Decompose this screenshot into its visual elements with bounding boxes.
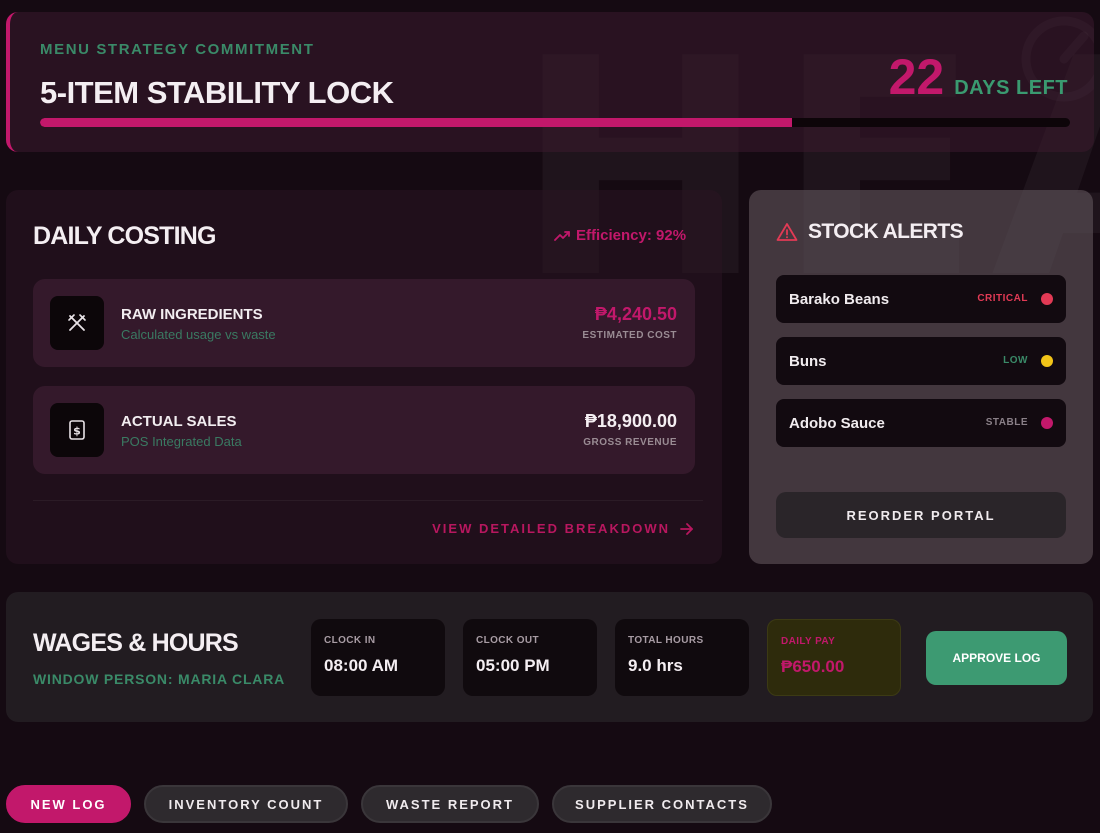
stock-alerts-card: STOCK ALERTS Barako Beans CRITICAL Buns … — [749, 190, 1093, 564]
stat-value: ₱650.00 — [781, 657, 845, 676]
commitment-card: MENU STRATEGY COMMITMENT 5-ITEM STABILIT… — [6, 12, 1094, 152]
total-hours-stat: TOTAL HOURS 9.0 hrs — [615, 619, 749, 696]
cost-row-actual-sales: $ ACTUAL SALES POS Integrated Data ₱18,9… — [33, 386, 695, 474]
commitment-eyebrow: MENU STRATEGY COMMITMENT — [40, 41, 315, 58]
cost-row-subtitle: POS Integrated Data — [121, 434, 242, 449]
stock-alert-barako-beans[interactable]: Barako Beans CRITICAL — [776, 275, 1066, 323]
trending-up-icon — [554, 230, 570, 241]
tab-waste-report[interactable]: WASTE REPORT — [361, 785, 539, 823]
cost-row-name: ACTUAL SALES — [121, 413, 237, 430]
stock-alerts-header: STOCK ALERTS — [776, 220, 964, 244]
status-dot-icon — [1041, 417, 1053, 429]
utensils-crossed-icon — [68, 314, 86, 331]
stock-item-name: Buns — [789, 353, 827, 370]
wages-hours-card: WAGES & HOURS WINDOW PERSON: MARIA CLARA… — [6, 592, 1093, 722]
cost-row-amount: ₱4,240.50 — [594, 304, 677, 324]
cost-row-caption: GROSS REVENUE — [583, 437, 677, 448]
cost-row-subtitle: Calculated usage vs waste — [121, 327, 276, 342]
stock-status-badge: LOW — [1003, 355, 1028, 366]
stock-status-badge: STABLE — [985, 417, 1028, 428]
view-detailed-breakdown-link[interactable]: VIEW DETAILED BREAKDOWN — [432, 521, 694, 536]
stock-alert-buns[interactable]: Buns LOW — [776, 337, 1066, 385]
stat-label: DAILY PAY — [781, 636, 836, 647]
daily-costing-card: DAILY COSTING Efficiency: 92% RAW INGRED… — [6, 190, 722, 564]
stat-value: 9.0 hrs — [628, 656, 683, 675]
warning-triangle-icon — [776, 223, 798, 241]
stat-label: TOTAL HOURS — [628, 635, 704, 646]
wages-hours-title: WAGES & HOURS — [33, 629, 239, 657]
arrow-right-icon — [680, 522, 693, 535]
commitment-progress-bar — [40, 118, 1070, 127]
costing-divider — [33, 500, 703, 501]
commitment-title: 5-ITEM STABILITY LOCK — [40, 75, 394, 110]
row-icon-container: $ — [50, 403, 104, 457]
cost-row-caption: ESTIMATED COST — [582, 330, 677, 341]
days-left-counter: 22 DAYS LEFT — [889, 48, 1068, 106]
reorder-portal-button[interactable]: REORDER PORTAL — [776, 492, 1066, 538]
daily-costing-title: DAILY COSTING — [33, 222, 217, 250]
cost-row-amount: ₱18,900.00 — [584, 411, 677, 431]
clock-in-stat: CLOCK IN 08:00 AM — [311, 619, 445, 696]
tab-new-log[interactable]: NEW LOG — [6, 785, 131, 823]
stat-label: CLOCK IN — [324, 635, 376, 646]
svg-text:$: $ — [73, 425, 81, 438]
days-left-label: DAYS LEFT — [954, 77, 1068, 99]
stat-label: CLOCK OUT — [476, 635, 540, 646]
efficiency-text: Efficiency: 92% — [576, 227, 687, 244]
status-dot-icon — [1041, 293, 1053, 305]
stock-status-badge: CRITICAL — [977, 293, 1028, 304]
efficiency-indicator: Efficiency: 92% — [554, 227, 686, 244]
breakdown-link-label: VIEW DETAILED BREAKDOWN — [432, 521, 670, 536]
tab-inventory-count[interactable]: INVENTORY COUNT — [144, 785, 348, 823]
status-dot-icon — [1041, 355, 1053, 367]
cost-row-raw-ingredients: RAW INGREDIENTS Calculated usage vs wast… — [33, 279, 695, 367]
dollar-receipt-icon: $ — [69, 420, 85, 440]
row-icon-container — [50, 296, 104, 350]
approve-log-button[interactable]: APPROVE LOG — [926, 631, 1067, 685]
stock-item-name: Barako Beans — [789, 291, 890, 308]
cost-row-name: RAW INGREDIENTS — [121, 306, 263, 323]
window-person-label: WINDOW PERSON: MARIA CLARA — [33, 671, 286, 687]
clock-out-stat: CLOCK OUT 05:00 PM — [463, 619, 597, 696]
stat-value: 08:00 AM — [324, 656, 399, 675]
stock-alerts-title: STOCK ALERTS — [808, 220, 964, 243]
tab-supplier-contacts[interactable]: SUPPLIER CONTACTS — [552, 785, 772, 823]
stock-alert-adobo-sauce[interactable]: Adobo Sauce STABLE — [776, 399, 1066, 447]
commitment-progress-fill — [40, 118, 792, 127]
daily-pay-stat: DAILY PAY ₱650.00 — [767, 619, 901, 696]
stock-item-name: Adobo Sauce — [789, 415, 885, 432]
stat-value: 05:00 PM — [476, 656, 550, 675]
days-left-value: 22 — [888, 49, 945, 105]
